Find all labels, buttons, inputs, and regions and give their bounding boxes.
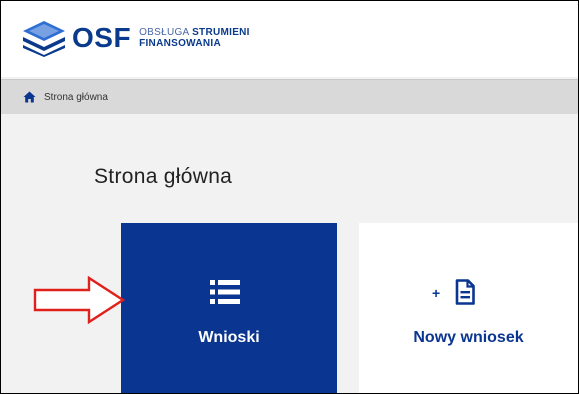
plus-icon: + [432,285,441,301]
app-header: OSF OBSŁUGA STRUMIENI FINANSOWANIA [1,1,578,77]
tile-wnioski[interactable]: Wnioski [121,223,337,393]
window: OSF OBSŁUGA STRUMIENI FINANSOWANIA Stron… [0,0,579,394]
logo-subtitle-line2: FINANSOWANIA [139,38,221,49]
tile-nowy-wniosek[interactable]: + Nowy wniosek [359,223,578,393]
new-document-icon [455,279,475,305]
home-icon[interactable] [23,91,36,103]
osf-logo-icon [23,21,65,57]
tile-nowy-wniosek-label: Nowy wniosek [413,329,524,346]
logo-subtitle-bold: STRUMIENI [192,27,250,38]
logo-subtitle: OBSŁUGA STRUMIENI FINANSOWANIA [139,27,250,49]
tile-wnioski-label: Wnioski [198,329,260,346]
page-title: Strona główna [94,165,233,188]
breadcrumb: Strona główna [1,79,578,114]
list-icon [210,280,240,304]
breadcrumb-home-link[interactable]: Strona główna [44,92,108,103]
osf-logo[interactable]: OSF OBSŁUGA STRUMIENI FINANSOWANIA [21,19,250,57]
red-arrow-icon [33,275,126,325]
logo-subtitle-thin: OBSŁUGA [139,27,189,38]
logo-text: OSF [72,22,132,53]
